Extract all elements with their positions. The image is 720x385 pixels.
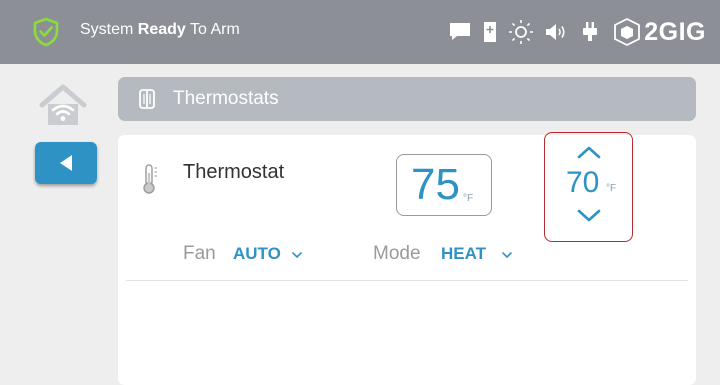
hvac-mode-dropdown[interactable]: HEAT	[441, 244, 486, 264]
back-arrow-icon	[60, 155, 72, 171]
divider	[126, 280, 688, 281]
back-button[interactable]	[35, 142, 97, 184]
thermostat-name: Thermostat	[183, 161, 285, 183]
thermostat-card: Thermostat 75 °F 70 °F Fan AUTO Mode HEA…	[118, 132, 696, 385]
system-status-text: System Ready To Arm	[80, 21, 240, 39]
volume-icon[interactable]	[544, 12, 570, 52]
message-icon[interactable]	[448, 12, 472, 52]
setpoint-temp-unit: °F	[606, 183, 617, 194]
brightness-icon[interactable]	[508, 12, 534, 52]
current-temp-value: 75	[411, 160, 460, 209]
fan-chevron-down-icon[interactable]	[292, 252, 302, 258]
2gig-cube-logo-icon	[614, 18, 641, 46]
fan-label: Fan	[183, 243, 216, 264]
shield-check-icon[interactable]	[32, 17, 60, 47]
mode-chevron-down-icon[interactable]	[502, 252, 512, 258]
2gig-logo: 2GIG	[612, 12, 706, 52]
status-bold: Ready	[137, 21, 186, 38]
setpoint-temp-value: 70	[566, 166, 600, 199]
current-temperature: 75 °F	[396, 154, 492, 216]
status-bar: System Ready To Arm 2GIG	[0, 0, 720, 64]
thermometer-icon	[143, 164, 157, 194]
setpoint-control[interactable]: 70 °F	[544, 132, 633, 242]
chevron-up-icon[interactable]	[577, 145, 601, 159]
bookmark-icon[interactable]	[482, 12, 498, 52]
thermostats-title-bar: Thermostats	[118, 77, 696, 121]
fan-mode-dropdown[interactable]: AUTO	[233, 244, 281, 264]
brand-text: 2GIG	[644, 17, 706, 46]
status-suffix: To Arm	[189, 21, 240, 38]
status-icons: 2GIG	[438, 12, 706, 52]
current-temp-unit: °F	[463, 193, 474, 204]
chevron-down-icon[interactable]	[577, 209, 601, 223]
status-prefix: System	[80, 21, 134, 38]
plug-icon[interactable]	[580, 12, 600, 52]
page-title: Thermostats	[173, 88, 279, 109]
thermostat-device-icon	[139, 89, 155, 109]
mode-label: Mode	[373, 243, 421, 264]
home-wifi-icon[interactable]	[38, 83, 88, 127]
